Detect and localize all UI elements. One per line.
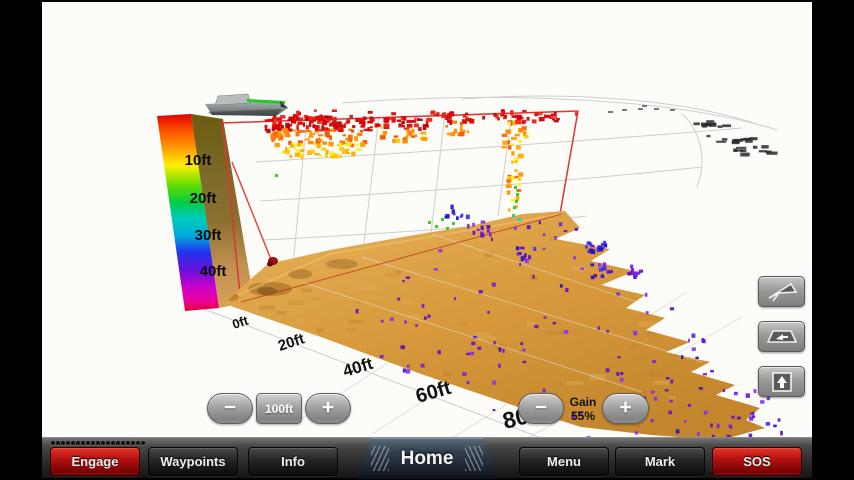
tab-hatch-decoration <box>465 446 483 471</box>
view-angled-button[interactable] <box>758 321 805 352</box>
depth-label-20ft: 20ft <box>190 190 217 207</box>
sonar-3d-view[interactable]: 10ft 20ft 30ft 40ft 0ft 20ft 40ft 60ft 8… <box>42 2 812 478</box>
range-minus-button[interactable]: − <box>207 393 253 424</box>
letterbox-left <box>0 0 42 480</box>
minus-icon: − <box>535 397 547 418</box>
sonar-scene: 10ft 20ft 30ft 40ft 0ft 20ft 40ft 60ft 8… <box>42 2 812 437</box>
plus-icon: + <box>322 397 334 418</box>
gain-minus-button[interactable]: − <box>518 393 564 424</box>
minus-icon: − <box>224 397 236 418</box>
bottom-menu-bar: Engage Waypoints Info Home Menu Mark SOS <box>42 437 812 478</box>
tab-hatch-decoration <box>371 446 389 471</box>
menu-button[interactable]: Menu <box>519 447 609 476</box>
waypoints-button[interactable]: Waypoints <box>148 447 238 476</box>
range-label-20ft: 20ft <box>276 330 307 354</box>
boat-icon <box>205 94 288 116</box>
gain-readout: Gain 55% <box>565 395 601 423</box>
depth-label-10ft: 10ft <box>185 152 212 169</box>
overhead-view-icon <box>765 370 799 394</box>
distant-returns <box>608 105 778 157</box>
home-tab-button[interactable]: Home <box>357 438 497 479</box>
sos-button[interactable]: SOS <box>712 447 802 476</box>
letterbox-right <box>812 0 854 480</box>
gain-plus-button[interactable]: + <box>602 393 649 424</box>
range-label-0ft: 0ft <box>230 312 250 331</box>
range-value-display[interactable]: 100ft <box>256 393 302 424</box>
angled-view-icon <box>765 325 799 349</box>
depth-label-30ft: 30ft <box>195 227 222 244</box>
grip-dots <box>51 441 145 445</box>
chartplotter-screen: 10ft 20ft 30ft 40ft 0ft 20ft 40ft 60ft 8… <box>0 0 854 480</box>
range-label-40ft: 40ft <box>341 354 376 381</box>
depth-label-40ft: 40ft <box>200 263 227 280</box>
3d-perspective-view-icon <box>765 280 799 304</box>
mark-button[interactable]: Mark <box>615 447 705 476</box>
engage-button[interactable]: Engage <box>50 447 140 476</box>
view-overhead-button[interactable] <box>758 366 805 397</box>
plus-icon: + <box>619 397 631 418</box>
view-3d-perspective-button[interactable] <box>758 276 805 307</box>
info-button[interactable]: Info <box>248 447 338 476</box>
range-label-60ft: 60ft <box>413 377 454 408</box>
surface-clutter-returns <box>265 109 578 211</box>
range-plus-button[interactable]: + <box>305 393 351 424</box>
